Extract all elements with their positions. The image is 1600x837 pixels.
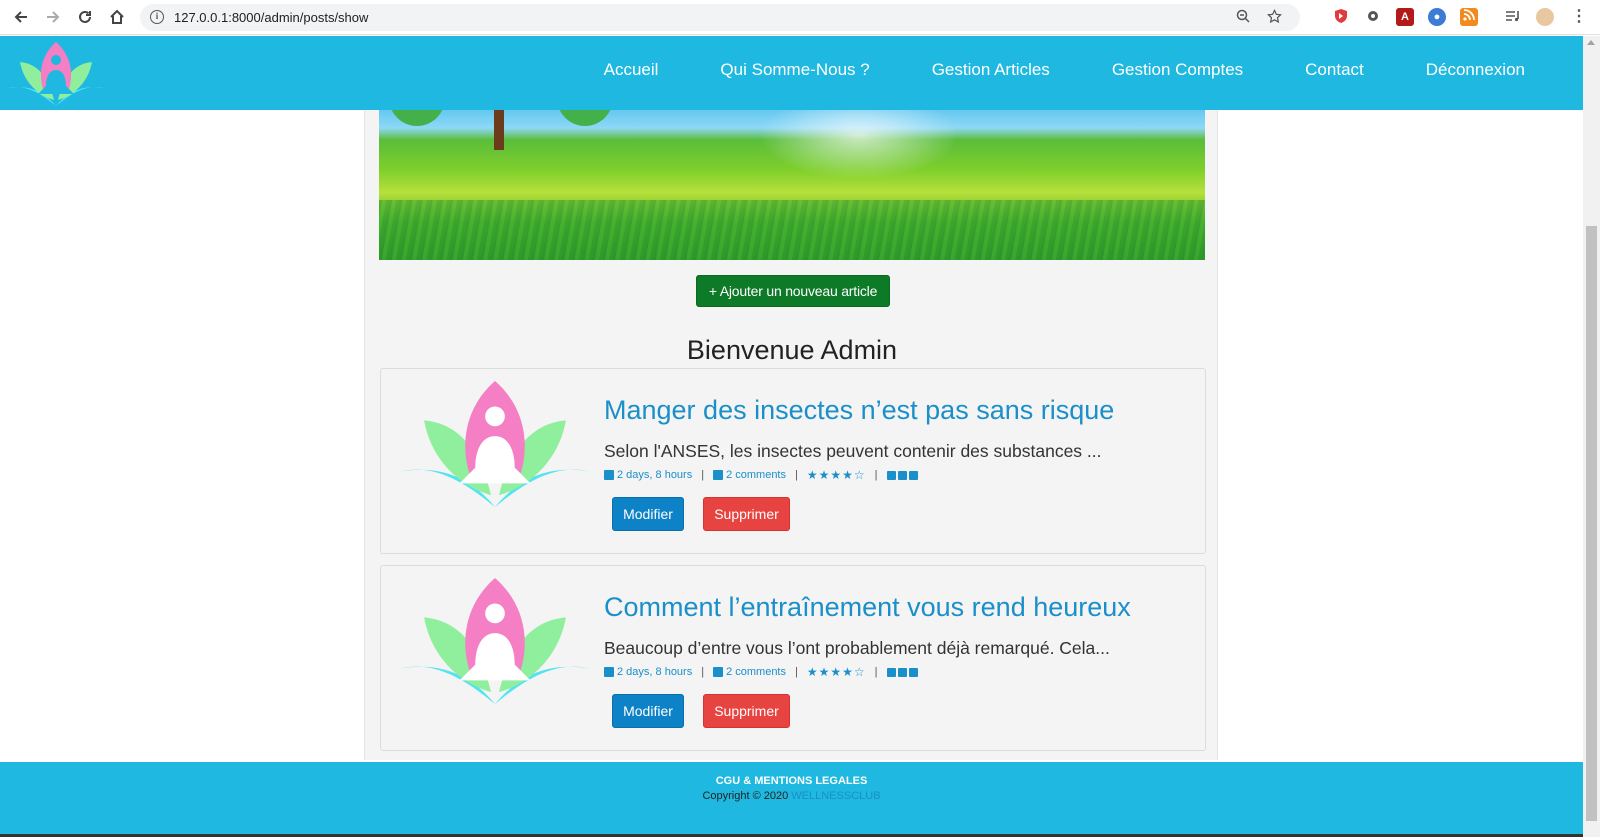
main-nav: Accueil Qui Somme-Nous ? Gestion Article… [542, 60, 1525, 80]
rating-stars: ★★★★☆ [806, 665, 866, 679]
page-scrollbar[interactable] [1583, 36, 1600, 837]
facebook-icon[interactable] [886, 667, 896, 677]
google-plus-icon[interactable] [908, 470, 918, 480]
comment-icon [713, 667, 724, 677]
post-date: 2 days, 8 hours [617, 469, 693, 481]
post-title[interactable]: Comment l’entraînement vous rend heureux [604, 592, 1131, 623]
post-comments[interactable]: 2 comments [726, 666, 786, 678]
info-icon[interactable]: i [150, 10, 164, 24]
scroll-up-arrow-icon[interactable] [1587, 40, 1595, 45]
add-article-button[interactable]: + Ajouter un nouveau article [696, 275, 890, 307]
forward-arrow-icon[interactable] [44, 8, 62, 26]
profile-avatar-icon[interactable] [1536, 8, 1554, 26]
post-meta: 2 days, 8 hours | 2 comments | ★★★★☆ | [604, 665, 920, 679]
delete-button[interactable]: Supprimer [703, 694, 790, 728]
calendar-icon [604, 667, 614, 677]
nav-deconnexion[interactable]: Déconnexion [1426, 60, 1525, 80]
circle-extension-icon[interactable]: ● [1428, 8, 1446, 26]
post-date: 2 days, 8 hours [617, 666, 693, 678]
pdf-extension-icon[interactable]: A [1396, 8, 1414, 26]
browser-toolbar: i 127.0.0.1:8000/admin/posts/show A ● ⋮ [0, 0, 1600, 35]
menu-kebab-icon[interactable]: ⋮ [1570, 8, 1588, 26]
reload-icon[interactable] [76, 8, 94, 26]
site-footer: CGU & MENTIONS LEGALES Copyright © 2020 … [0, 762, 1583, 837]
url-text[interactable]: 127.0.0.1:8000/admin/posts/show [174, 10, 368, 25]
brand-link[interactable]: WELLNESSCLUB [791, 790, 880, 802]
bookmark-star-icon[interactable] [1266, 8, 1282, 25]
edit-button[interactable]: Modifier [612, 497, 684, 531]
lotus-meditation-logo[interactable] [8, 40, 104, 106]
site-header: Accueil Qui Somme-Nous ? Gestion Article… [0, 36, 1583, 110]
copyright-text: Copyright © 2020 WELLNESSCLUB [702, 790, 881, 802]
nav-gestion-articles[interactable]: Gestion Articles [932, 60, 1050, 80]
twitter-icon[interactable] [897, 667, 907, 677]
edit-button[interactable]: Modifier [612, 694, 684, 728]
comment-icon [713, 470, 724, 480]
post-comments[interactable]: 2 comments [726, 469, 786, 481]
post-meta: 2 days, 8 hours | 2 comments | ★★★★☆ | [604, 468, 920, 482]
nav-qui-sommes-nous[interactable]: Qui Somme-Nous ? [720, 60, 869, 80]
address-bar[interactable]: i 127.0.0.1:8000/admin/posts/show [140, 4, 1300, 31]
post-thumbnail[interactable] [397, 377, 593, 507]
legal-link[interactable]: CGU & MENTIONS LEGALES [0, 775, 1583, 787]
nav-accueil[interactable]: Accueil [604, 60, 659, 80]
hero-banner-image [379, 110, 1205, 260]
post-excerpt: Selon l'ANSES, les insectes peuvent cont… [604, 441, 1102, 461]
twitter-icon[interactable] [897, 470, 907, 480]
post-title[interactable]: Manger des insectes n’est pas sans risqu… [604, 395, 1114, 426]
shield-extension-icon[interactable] [1332, 8, 1350, 26]
main-content: + Ajouter un nouveau article Bienvenue A… [364, 110, 1218, 760]
calendar-icon [604, 470, 614, 480]
zoom-icon[interactable] [1235, 9, 1251, 25]
home-icon[interactable] [108, 8, 126, 26]
post-card: Comment l’entraînement vous rend heureux… [380, 565, 1206, 751]
gear-extension-icon[interactable] [1364, 8, 1382, 26]
media-control-icon[interactable] [1504, 8, 1522, 26]
google-plus-icon[interactable] [908, 667, 918, 677]
rss-extension-icon[interactable] [1460, 8, 1478, 26]
nav-contact[interactable]: Contact [1305, 60, 1364, 80]
nav-gestion-comptes[interactable]: Gestion Comptes [1112, 60, 1243, 80]
scroll-thumb[interactable] [1586, 226, 1597, 821]
post-excerpt: Beaucoup d’entre vous l’ont probablement… [604, 638, 1110, 658]
rating-stars: ★★★★☆ [806, 468, 866, 482]
facebook-icon[interactable] [886, 470, 896, 480]
page-title: Bienvenue Admin [686, 335, 898, 365]
post-card: Manger des insectes n’est pas sans risqu… [380, 368, 1206, 554]
back-arrow-icon[interactable] [12, 8, 30, 26]
delete-button[interactable]: Supprimer [703, 497, 790, 531]
post-thumbnail[interactable] [397, 574, 593, 704]
